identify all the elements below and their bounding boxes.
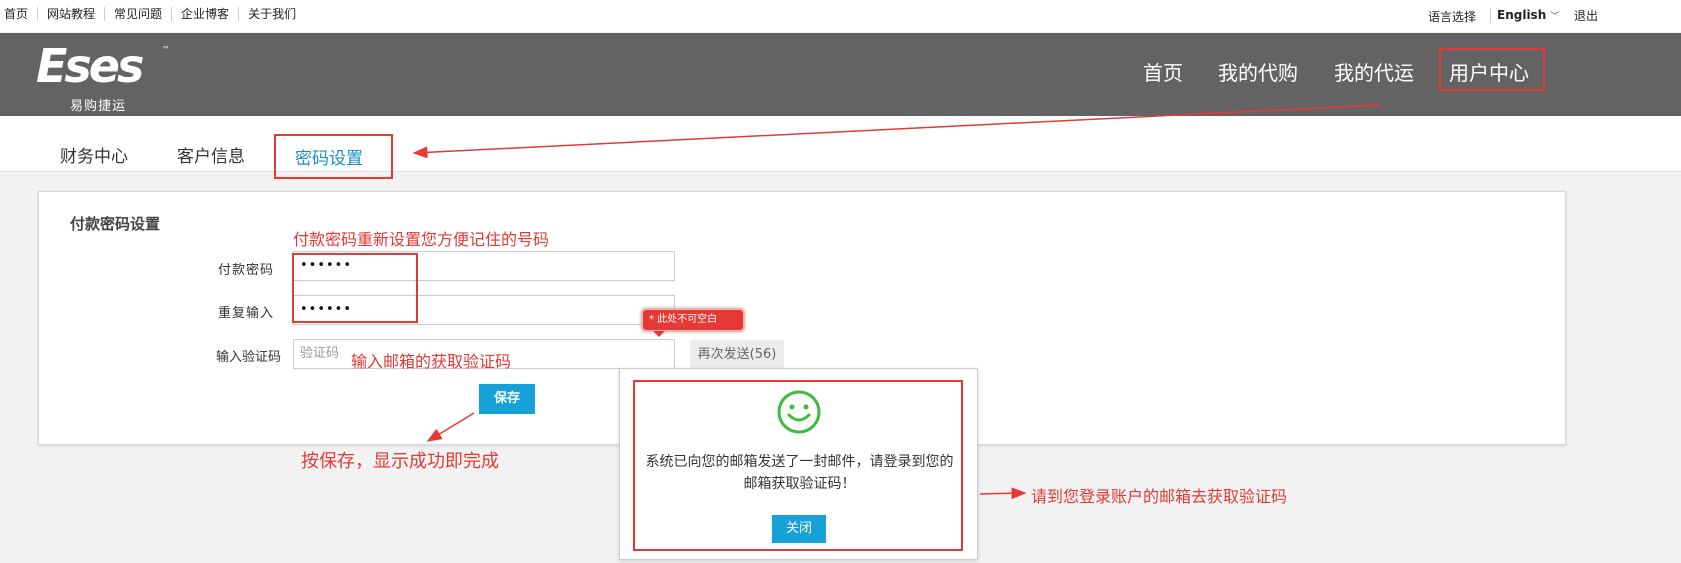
arrow-from-dialog: [979, 487, 1027, 500]
top-link-about[interactable]: 关于我们: [238, 7, 305, 21]
top-links: 首页 网站教程 常见问题 企业博客 关于我们: [4, 7, 305, 21]
logo-trademark: ™: [162, 45, 170, 54]
logo-subtitle: 易购捷运: [70, 99, 127, 114]
top-link-blog[interactable]: 企业博客: [171, 7, 238, 21]
top-link-tutorial[interactable]: 网站教程: [37, 7, 104, 21]
annotation-password-hint: 付款密码重新设置您方便记住的号码: [293, 230, 550, 249]
annotation-save-hint: 按保存，显示成功即完成: [301, 451, 499, 472]
language-selected: English: [1497, 8, 1547, 22]
top-utility-bar: 首页 网站教程 常见问题 企业博客 关于我们 语言选择 English ﹀ 退出: [0, 0, 1681, 32]
annotation-highlight-password-fields: [292, 253, 418, 323]
resend-button[interactable]: 再次发送(56): [690, 340, 784, 370]
annotation-email-hint: 请到您登录账户的邮箱去获取验证码: [1031, 487, 1288, 506]
annotation-highlight-user-center: [1439, 48, 1545, 91]
dialog-message: 系统已向您的邮箱发送了一封邮件，请登录到您的邮箱获取验证码！: [645, 454, 954, 492]
chevron-down-icon: ﹀: [1550, 11, 1560, 22]
repeat-password-label: 重复输入: [218, 306, 275, 321]
close-button[interactable]: 关闭: [772, 515, 826, 543]
top-link-home[interactable]: 首页: [4, 7, 37, 21]
logout-link[interactable]: 退出: [1574, 7, 1598, 24]
annotation-code-hint: 输入邮箱的获取验证码: [351, 352, 512, 371]
save-button[interactable]: 保存: [479, 384, 535, 414]
tab-bar: 财务中心 客户信息 密码设置: [0, 116, 1681, 172]
site-header: Eses ™ 易购捷运 首页 我的代购 我的代运 用户中心: [0, 33, 1681, 116]
verification-code-label: 输入验证码: [216, 350, 282, 365]
divider: [1490, 8, 1491, 23]
smile-icon: [777, 390, 821, 434]
nav-my-purchase[interactable]: 我的代购: [1218, 57, 1298, 86]
logo-wordmark: Eses: [36, 39, 144, 93]
logo[interactable]: Eses ™ 易购捷运: [36, 39, 176, 114]
password-label: 付款密码: [218, 263, 275, 278]
nav-home[interactable]: 首页: [1143, 57, 1183, 86]
annotation-highlight-password-tab: [274, 134, 393, 179]
top-link-faq[interactable]: 常见问题: [104, 7, 171, 21]
panel-title: 付款密码设置: [70, 215, 161, 233]
tab-customer-info[interactable]: 客户信息: [177, 142, 245, 167]
tab-finance[interactable]: 财务中心: [60, 142, 128, 167]
language-select[interactable]: English ﹀: [1497, 8, 1559, 22]
required-field-tooltip: * 此处不可空白: [641, 308, 745, 337]
language-label: 语言选择: [1428, 10, 1477, 24]
nav-my-shipping[interactable]: 我的代运: [1334, 57, 1414, 86]
